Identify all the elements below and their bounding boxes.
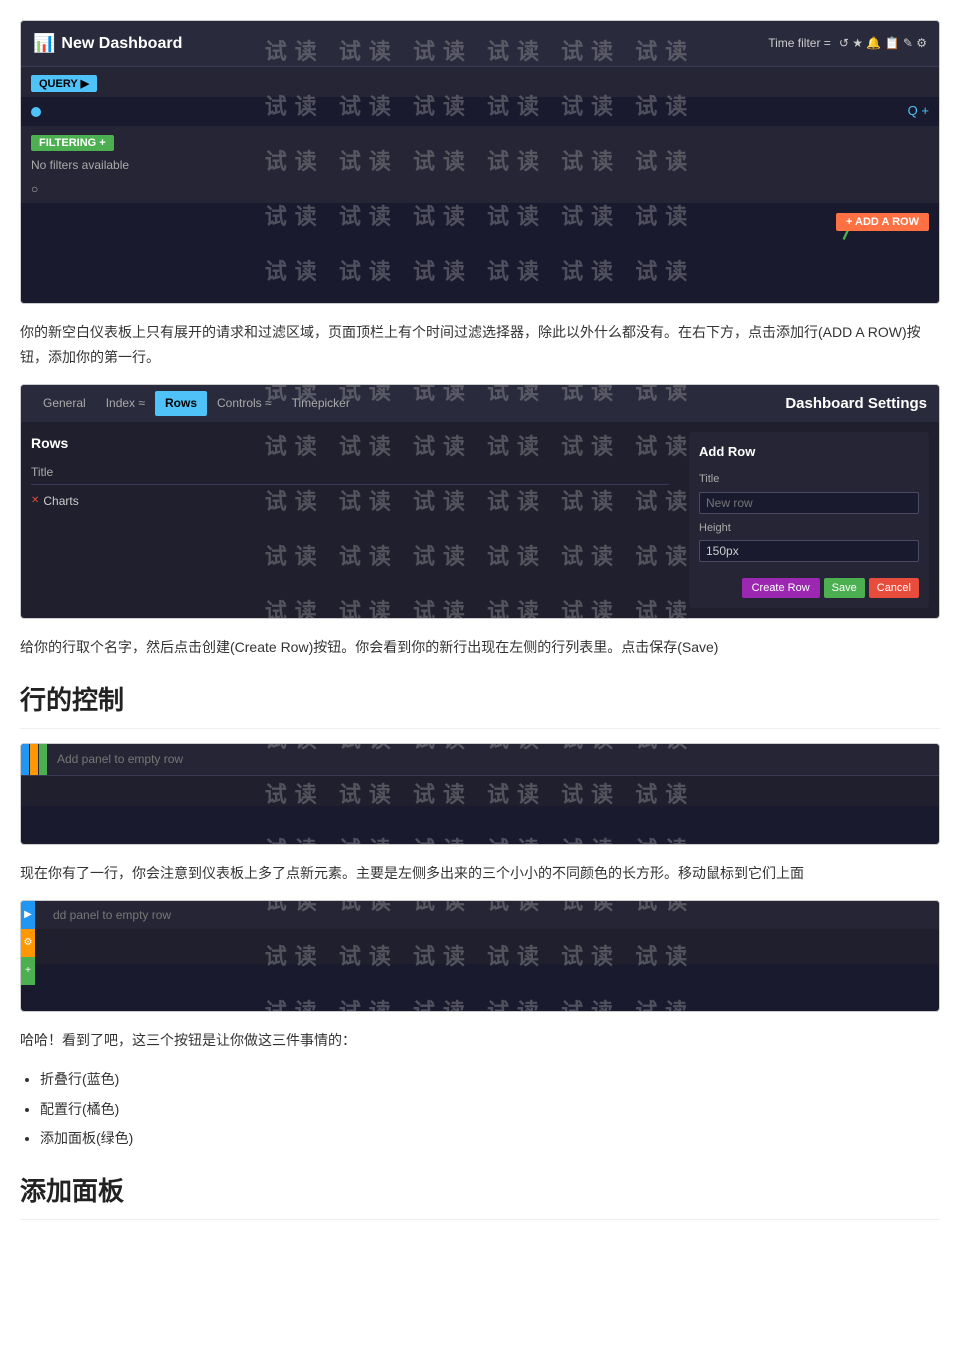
row-side-buttons: ▶ ⚙ +: [21, 901, 35, 989]
add-row-button[interactable]: + ADD A ROW: [836, 213, 929, 231]
cancel-button[interactable]: Cancel: [869, 578, 919, 598]
search-row: Q +: [21, 97, 939, 126]
table-header: Title: [31, 461, 669, 485]
settings-buttons: Create Row Save Cancel: [699, 578, 919, 598]
remove-row-icon[interactable]: ✕: [31, 493, 39, 509]
row-body: dd panel to empty row: [35, 901, 939, 989]
title-label: Title: [699, 471, 919, 489]
height-label: Height: [699, 520, 919, 538]
row-empty-area2: [21, 806, 939, 836]
add-panel-label: dd panel to empty row: [43, 906, 181, 925]
filtering-bar: FILTERING + No filters available ○: [21, 126, 939, 203]
row-header: dd panel to empty row: [35, 901, 939, 929]
search-dot-icon: [31, 107, 41, 117]
row-footer: [35, 964, 939, 989]
list-item-add-panel: 添加面板(绿色): [40, 1126, 940, 1151]
section-heading-add-panel: 添加面板: [20, 1171, 940, 1220]
query-button[interactable]: QUERY ▶: [31, 75, 97, 92]
dashboard-header: 📊 New Dashboard Time filter = ↺ ★ 🔔 📋 ✎ …: [21, 21, 939, 67]
dashboard-body: ↗ + ADD A ROW: [21, 203, 939, 303]
tab-index[interactable]: Index ≈: [96, 391, 155, 416]
add-panel-button[interactable]: [39, 744, 47, 775]
tab-timepicker[interactable]: Timepicker: [282, 391, 360, 416]
filtering-button[interactable]: FILTERING +: [31, 135, 114, 151]
title-input[interactable]: [699, 492, 919, 514]
rows-section-title: Rows: [31, 432, 669, 454]
settings-left-panel: Rows Title ✕ Charts ↘: [31, 432, 669, 608]
settings-tabs: General Index ≈ Rows Controls ≈ Timepick…: [21, 385, 939, 422]
add-row-title: Add Row: [699, 442, 919, 463]
para3: 现在你有了一行，你会注意到仪表板上多了点新元素。主要是左侧多出来的三个小小的不同…: [20, 861, 940, 886]
para2: 给你的行取个名字，然后点击创建(Create Row)按钮。你会看到你的新行出现…: [20, 635, 940, 660]
row-full-strip: ▶ ⚙ + dd panel to empty row: [21, 901, 939, 989]
screenshot-row-expanded: ▶ ⚙ + dd panel to empty row: [20, 900, 940, 1012]
no-filters-text: No filters available: [31, 152, 929, 179]
row-empty-area: [21, 776, 939, 806]
para1: 你的新空白仪表板上只有展开的请求和过滤区域，页面顶栏上有个时间过滤选择器，除此以…: [20, 320, 940, 370]
list-item-collapse: 折叠行(蓝色): [40, 1067, 940, 1092]
height-input[interactable]: [699, 540, 919, 562]
query-bar: QUERY ▶: [21, 67, 939, 97]
section-heading-row-controls: 行的控制: [20, 680, 940, 729]
tab-general[interactable]: General: [33, 391, 96, 416]
table-row: ✕ Charts: [31, 489, 669, 514]
screenshot-settings: General Index ≈ Rows Controls ≈ Timepick…: [20, 384, 940, 619]
para4: 哈哈！看到了吧，这三个按钮是让你做这三件事情的：: [20, 1028, 940, 1053]
dashboard-title: 📊 New Dashboard: [33, 29, 182, 58]
create-row-button[interactable]: Create Row: [742, 578, 820, 598]
bullet-list: 折叠行(蓝色) 配置行(橘色) 添加面板(绿色): [40, 1067, 940, 1151]
screenshot-row-control: Add panel to empty row: [20, 743, 940, 845]
row-strip: Add panel to empty row: [21, 744, 939, 776]
row-content: [35, 929, 939, 964]
tab-controls[interactable]: Controls ≈: [207, 391, 282, 416]
add-icon[interactable]: +: [21, 957, 35, 985]
tab-rows[interactable]: Rows: [155, 391, 207, 416]
search-plus-icon: Q +: [908, 101, 929, 122]
save-button[interactable]: Save: [824, 578, 865, 598]
add-panel-text: Add panel to empty row: [47, 750, 193, 769]
settings-body: Rows Title ✕ Charts ↘ Add Row Title Heig…: [21, 422, 939, 618]
list-item-configure: 配置行(橘色): [40, 1097, 940, 1122]
screenshot-dashboard: 📊 New Dashboard Time filter = ↺ ★ 🔔 📋 ✎ …: [20, 20, 940, 304]
header-right: Time filter = ↺ ★ 🔔 📋 ✎ ⚙: [768, 34, 927, 53]
gear-icon[interactable]: ⚙: [21, 929, 35, 957]
add-row-panel: Add Row Title Height Create Row Save Can…: [689, 432, 929, 608]
collapse-icon[interactable]: ▶: [21, 901, 35, 929]
settings-title: Dashboard Settings: [785, 392, 927, 416]
chart-icon: 📊: [33, 29, 55, 58]
configure-row-button[interactable]: [30, 744, 38, 775]
collapse-row-button[interactable]: [21, 744, 29, 775]
